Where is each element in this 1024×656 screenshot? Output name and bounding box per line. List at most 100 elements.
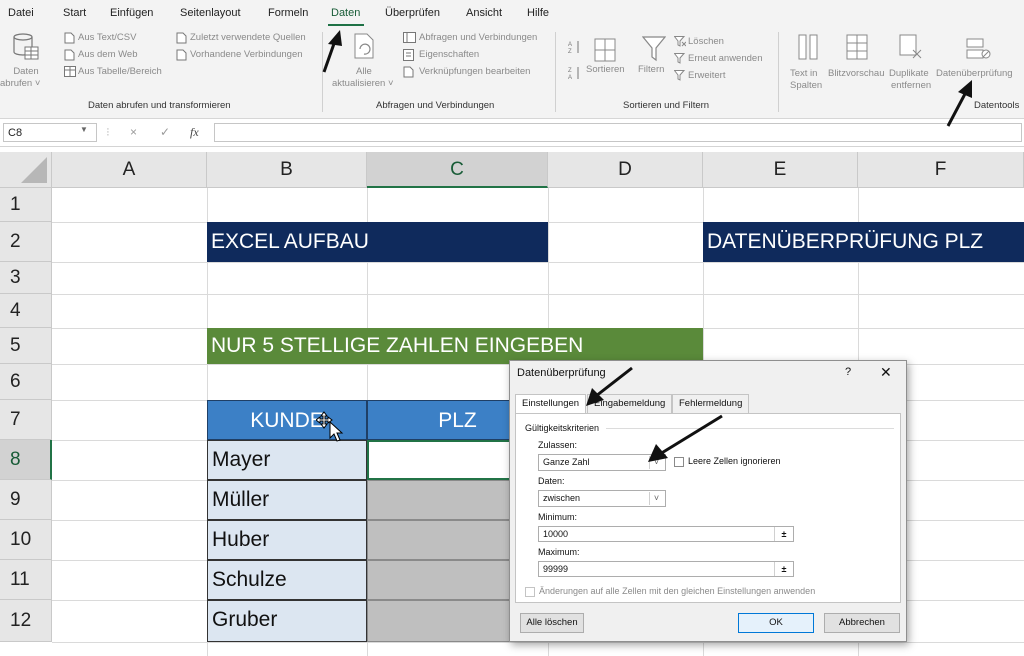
tab-einfuegen[interactable]: Einfügen [110,7,153,19]
tab-start[interactable]: Start [63,7,86,19]
range-select-icon[interactable]: ± [774,527,793,541]
get-data-label-2: abrufen ˅ [0,78,41,89]
group-label-sort-filter: Sortieren und Filtern [623,100,710,111]
svg-text:A: A [568,75,572,80]
gridline [52,294,1024,295]
range-select-icon[interactable]: ± [774,562,793,576]
tab-datei[interactable]: Datei [8,7,34,19]
formula-input[interactable] [214,123,1022,142]
right-banner[interactable]: DATENÜBERPRÜFUNG PLZ [703,222,1024,262]
title-banner[interactable]: EXCEL AUFBAU [207,222,548,262]
tab-hilfe[interactable]: Hilfe [527,7,549,19]
properties-label: Eigenschaften [419,49,480,60]
row-header-7[interactable]: 7 [0,400,52,440]
ok-button[interactable]: OK [738,613,814,633]
ribbon-tab-bar: Datei Start Einfügen Seitenlayout Formel… [0,0,1024,27]
data-validation-icon [966,38,991,59]
row-header-8[interactable]: 8 [0,440,52,480]
remove-duplicates-button[interactable]: Duplikate entfernen [889,32,937,96]
flash-fill-button[interactable]: Blitzvorschau [828,32,886,96]
row-header-3[interactable]: 3 [0,262,52,294]
row-header-5[interactable]: 5 [0,328,52,364]
from-table-label: Aus Tabelle/Bereich [78,66,162,77]
column-header-f[interactable]: F [858,152,1024,188]
flash-fill-label: Blitzvorschau [828,68,885,79]
tab-formeln[interactable]: Formeln [268,7,308,19]
sort-za-icon[interactable]: ZA [568,66,582,80]
tab-seitenlayout[interactable]: Seitenlayout [180,7,241,19]
group-label-data-tools: Datentools [974,100,1020,111]
maximum-input[interactable]: 99999 ± [538,561,794,577]
remove-duplicates-label-1: Duplikate [889,68,929,79]
instruction-banner[interactable]: NUR 5 STELLIGE ZAHLEN EINGEBEN [207,328,703,364]
select-all-corner[interactable] [0,152,52,188]
enter-icon[interactable]: ✓ [160,125,170,139]
group-separator [778,32,779,112]
row-header-11[interactable]: 11 [0,560,52,600]
row-header-6[interactable]: 6 [0,364,52,400]
apply-all-checkbox[interactable] [525,587,535,597]
row-header-4[interactable]: 4 [0,294,52,328]
cancel-button[interactable]: Abbrechen [824,613,900,633]
minimum-label: Minimum: [538,512,578,522]
row-header-1[interactable]: 1 [0,188,52,222]
minimum-input[interactable]: 10000 ± [538,526,794,542]
data-select[interactable]: zwischen ˅ [538,490,666,507]
column-header-b[interactable]: B [207,152,367,188]
column-header-e[interactable]: E [703,152,858,188]
text-to-columns-button[interactable]: Text in Spalten [786,32,828,96]
from-text-csv-label: Aus Text/CSV [78,32,137,43]
filter-button[interactable]: Filtern [638,34,672,94]
gridline [52,642,1024,643]
allow-value: Ganze Zahl [543,457,590,467]
row-header-9[interactable]: 9 [0,480,52,520]
text-to-columns-label-2: Spalten [790,80,823,91]
sort-az-icon[interactable]: AZ [568,40,582,54]
customer-cell[interactable]: Mayer [207,440,367,480]
existing-connections-label: Vorhandene Verbindungen [190,49,303,60]
recent-sources-icon [176,32,187,44]
column-header-d[interactable]: D [548,152,703,188]
customer-cell[interactable]: Müller [207,480,367,520]
text-file-icon [64,32,75,44]
column-header-a[interactable]: A [52,152,207,188]
data-label: Daten: [538,476,565,486]
row-header-10[interactable]: 10 [0,520,52,560]
tab-ansicht[interactable]: Ansicht [466,7,502,19]
cancel-icon[interactable]: × [130,125,137,139]
customer-cell[interactable]: Huber [207,520,367,560]
gridline [52,262,1024,263]
column-header-c[interactable]: C [367,152,548,188]
annotation-arrow-icon [648,414,723,462]
tab-daten[interactable]: Daten [331,7,360,19]
svg-text:Z: Z [568,68,572,74]
tab-einstellungen[interactable]: Einstellungen [515,394,587,414]
table-icon [64,66,76,77]
sort-button[interactable]: Sortieren [586,34,626,94]
annotation-arrow-icon [946,80,972,127]
queries-icon [403,32,416,43]
mouse-cursor-icon [316,411,344,442]
help-icon[interactable]: ? [845,366,851,378]
validation-criteria-heading: Gültigkeitskriterien [525,423,600,433]
svg-text:A: A [568,42,572,48]
close-icon[interactable]: ✕ [880,364,892,381]
reapply-icon [674,53,686,64]
function-icon[interactable]: fx [190,125,199,140]
maximum-value: 99999 [543,564,569,574]
row-header-12[interactable]: 12 [0,600,52,642]
links-icon [403,66,414,78]
minimum-value: 10000 [543,529,569,539]
refresh-all-label-2: aktualisieren ˅ [332,78,394,89]
clear-all-button[interactable]: Alle löschen [520,613,584,633]
text-to-columns-icon [798,34,818,60]
customer-cell[interactable]: Schulze [207,560,367,600]
get-data-button[interactable]: Daten abrufen ˅ [0,30,48,94]
chevron-down-icon[interactable]: ▼ [80,125,88,134]
advanced-filter-label: Erweitert [688,70,726,81]
tab-ueberpruefen[interactable]: Überprüfen [385,7,440,19]
remove-duplicates-icon [899,34,922,59]
customer-cell[interactable]: Gruber [207,600,367,642]
tab-fehlermeldung[interactable]: Fehlermeldung [672,394,750,413]
row-header-2[interactable]: 2 [0,222,52,262]
